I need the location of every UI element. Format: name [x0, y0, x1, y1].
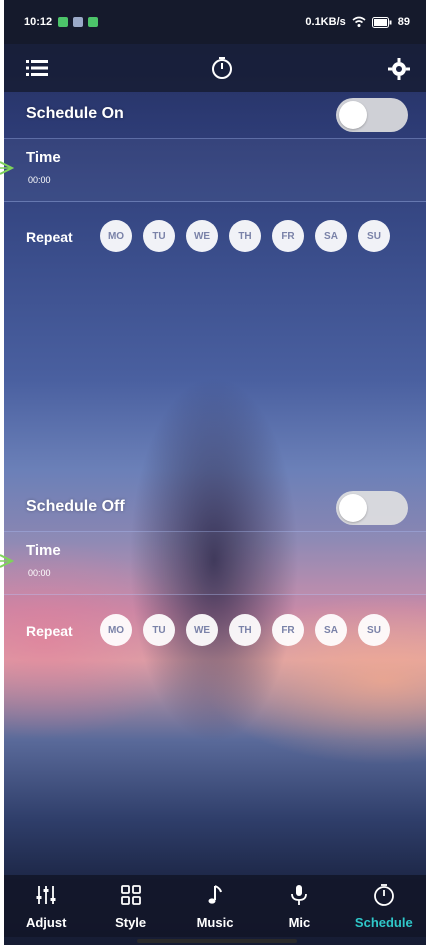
day-button-sunday[interactable]: SU	[358, 614, 390, 646]
nav-label: Music	[196, 915, 234, 930]
day-selector: MO TU WE TH FR SA SU	[100, 220, 390, 252]
music-note-icon	[208, 885, 222, 904]
schedule-on-header: Schedule On	[4, 92, 426, 139]
day-button-thursday[interactable]: TH	[229, 614, 261, 646]
arrow-right-icon	[0, 161, 15, 175]
nav-item-style[interactable]: Style	[88, 875, 172, 937]
app-screen: 10:12 0.1KB/s 89 Schedule On Time 00:00 …	[0, 0, 430, 945]
day-button-monday[interactable]: MO	[100, 614, 132, 646]
nav-label: Adjust	[25, 915, 67, 930]
schedule-off-toggle[interactable]	[336, 491, 408, 525]
time-value: 00:00	[28, 568, 51, 578]
toggle-knob	[339, 494, 367, 522]
network-speed: 0.1KB/s	[305, 16, 346, 28]
day-button-tuesday[interactable]: TU	[143, 614, 175, 646]
schedule-off-repeat-row: Repeat MO TU WE TH FR SA SU	[4, 610, 426, 654]
nav-label: Schedule	[354, 915, 413, 930]
schedule-off-time-row[interactable]: Time 00:00	[0, 532, 426, 595]
arrow-right-icon	[0, 554, 15, 568]
timer-icon	[373, 884, 394, 906]
status-time: 10:12	[24, 16, 53, 28]
nav-item-adjust[interactable]: Adjust	[4, 875, 88, 937]
home-indicator	[137, 939, 297, 943]
nav-item-schedule[interactable]: Schedule	[342, 875, 426, 937]
battery-level: 89	[397, 16, 410, 28]
status-bar: 10:12 0.1KB/s 89	[4, 0, 426, 44]
timer-icon	[212, 57, 232, 79]
time-value: 00:00	[28, 175, 51, 185]
microphone-icon	[291, 885, 308, 905]
day-button-sunday[interactable]: SU	[358, 220, 390, 252]
notification-icons	[58, 17, 99, 27]
bottom-nav: Adjust Style Music Mic Schedule	[4, 875, 426, 937]
wifi-icon	[352, 16, 366, 27]
day-button-monday[interactable]: MO	[100, 220, 132, 252]
schedule-off-header: Schedule Off	[4, 485, 426, 532]
schedule-on-title: Schedule On	[26, 105, 124, 122]
nav-item-mic[interactable]: Mic	[257, 875, 341, 937]
day-button-wednesday[interactable]: WE	[186, 614, 218, 646]
nav-item-music[interactable]: Music	[173, 875, 257, 937]
app-notification-icon	[88, 17, 99, 27]
gear-icon[interactable]	[388, 58, 410, 80]
nav-label: Mic	[288, 915, 311, 930]
schedule-on-repeat-row: Repeat MO TU WE TH FR SA SU	[4, 216, 426, 260]
app-notification-icon	[58, 17, 69, 27]
schedule-on-time-row[interactable]: Time 00:00	[0, 139, 426, 202]
day-button-friday[interactable]: FR	[272, 220, 304, 252]
nav-label: Style	[115, 915, 147, 930]
battery-icon	[371, 16, 392, 28]
repeat-label: Repeat	[26, 623, 73, 639]
status-indicators: 0.1KB/s 89	[305, 16, 410, 28]
app-notification-icon	[73, 17, 84, 27]
schedule-off-title: Schedule Off	[26, 498, 125, 515]
time-label: Time	[26, 149, 61, 166]
menu-icon[interactable]	[26, 58, 48, 78]
day-button-saturday[interactable]: SA	[315, 614, 347, 646]
sliders-icon	[36, 886, 56, 904]
app-top-bar	[4, 44, 426, 92]
repeat-label: Repeat	[26, 229, 73, 245]
day-selector: MO TU WE TH FR SA SU	[100, 614, 390, 646]
day-button-wednesday[interactable]: WE	[186, 220, 218, 252]
toggle-knob	[339, 101, 367, 129]
day-button-saturday[interactable]: SA	[315, 220, 347, 252]
time-label: Time	[26, 542, 61, 559]
day-button-friday[interactable]: FR	[272, 614, 304, 646]
day-button-thursday[interactable]: TH	[229, 220, 261, 252]
day-button-tuesday[interactable]: TU	[143, 220, 175, 252]
schedule-on-toggle[interactable]	[336, 98, 408, 132]
grid-icon	[120, 885, 141, 905]
